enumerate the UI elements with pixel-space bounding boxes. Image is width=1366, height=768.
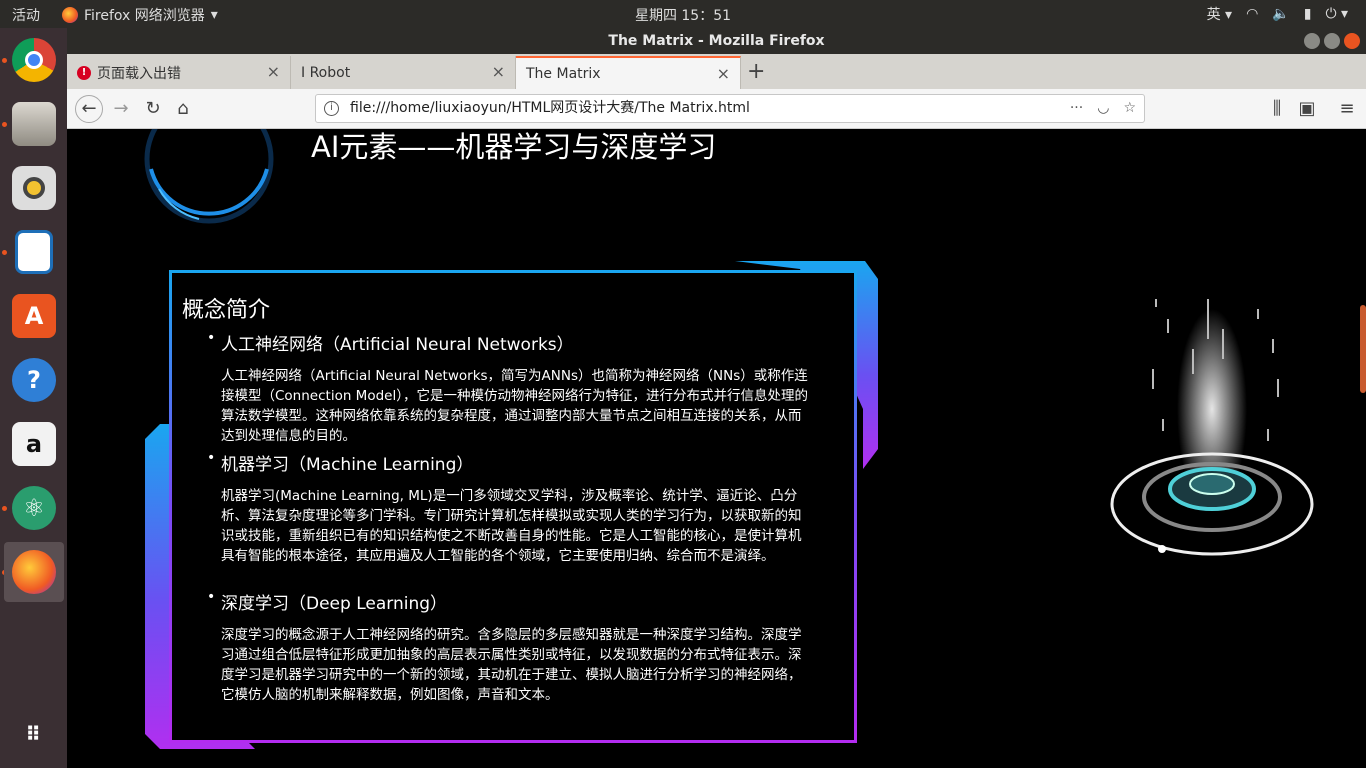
section-ann: 人工神经网络（Artificial Neural Networks） 人工神经网… — [207, 330, 821, 446]
scrollbar[interactable] — [1360, 305, 1366, 393]
chevron-down-icon: ▾ — [210, 7, 218, 23]
file-cabinet-icon — [12, 102, 56, 146]
sidebar-icon[interactable]: ▣ — [1295, 97, 1319, 121]
section-body: 深度学习的概念源于人工神经网络的研究。含多隐层的多层感知器就是一种深度学习结构。… — [221, 627, 802, 703]
back-button[interactable]: ← — [75, 95, 103, 123]
help-launcher[interactable]: ? — [4, 350, 64, 410]
card-title: 概念简介 — [182, 298, 271, 323]
help-icon: ? — [12, 358, 56, 402]
forward-button[interactable]: → — [109, 97, 133, 121]
url-bar[interactable]: i file:///home/liuxiaoyun/HTML网页设计大赛/The… — [315, 94, 1145, 123]
top-panel: 活动 Firefox 网络浏览器 ▾ 星期四 15：51 英 ▾ ◠ 🔈 ▮ ⏻ … — [0, 0, 1366, 28]
window-titlebar[interactable]: The Matrix - Mozilla Firefox — [67, 28, 1366, 54]
input-method[interactable]: 英 ▾ — [1207, 4, 1232, 24]
minimize-button[interactable] — [1304, 33, 1320, 49]
amazon-icon: a — [12, 422, 56, 466]
tech-portal-image — [1110, 289, 1314, 556]
tab-error[interactable]: ! 页面载入出错 × — [67, 56, 291, 89]
close-button[interactable] — [1344, 33, 1360, 49]
section-dl: 深度学习（Deep Learning） 深度学习的概念源于人工神经网络的研究。含… — [207, 589, 821, 705]
launcher: ≡ A ? a ⚛ ⠿ — [0, 28, 67, 768]
software-launcher[interactable]: A — [4, 286, 64, 346]
system-tray[interactable]: 英 ▾ ◠ 🔈 ▮ ⏻ ▾ — [1207, 4, 1348, 24]
close-tab-icon[interactable]: × — [492, 62, 505, 81]
tab-label: I Robot — [301, 64, 351, 81]
menu-icon[interactable]: ≡ — [1335, 97, 1359, 121]
power-icon[interactable]: ⏻ ▾ — [1325, 6, 1348, 22]
window-title: The Matrix - Mozilla Firefox — [608, 33, 825, 49]
rhythmbox-launcher[interactable] — [4, 158, 64, 218]
writer-launcher[interactable]: ≡ — [4, 222, 64, 282]
volume-icon[interactable]: 🔈 — [1272, 6, 1289, 22]
app-menu[interactable]: Firefox 网络浏览器 ▾ — [62, 5, 218, 25]
pocket-icon[interactable]: ◡ — [1097, 95, 1109, 122]
page-heading: AI元素——机器学习与深度学习 — [311, 130, 717, 164]
section-ml: 机器学习（Machine Learning） 机器学习(Machine Lear… — [207, 450, 821, 566]
app-name: Firefox 网络浏览器 — [84, 8, 205, 24]
firefox-icon — [62, 7, 78, 23]
page-viewport: AI元素——机器学习与深度学习 概念简介 人工神经网络（Artificial N… — [67, 129, 1366, 768]
new-tab-button[interactable]: + — [747, 59, 765, 84]
section-title: 深度学习（Deep Learning） — [207, 589, 821, 614]
reload-button[interactable]: ↻ — [141, 97, 165, 121]
document-icon: ≡ — [15, 230, 53, 274]
home-button[interactable]: ⌂ — [171, 97, 195, 121]
atom-launcher[interactable]: ⚛ — [4, 478, 64, 538]
close-tab-icon[interactable]: × — [267, 62, 280, 81]
url-text: file:///home/liuxiaoyun/HTML网页设计大赛/The M… — [350, 100, 750, 116]
chrome-icon — [12, 38, 56, 82]
info-icon[interactable]: i — [324, 101, 339, 116]
chrome-launcher[interactable] — [4, 30, 64, 90]
battery-icon[interactable]: ▮ — [1304, 6, 1312, 22]
ring-decoration — [144, 129, 274, 224]
tab-i-robot[interactable]: I Robot × — [291, 56, 516, 89]
wifi-icon[interactable]: ◠ — [1246, 6, 1258, 22]
section-body: 人工神经网络（Artificial Neural Networks，简写为ANN… — [221, 368, 808, 444]
firefox-launcher[interactable] — [4, 542, 64, 602]
tab-label: The Matrix — [526, 65, 601, 82]
error-icon: ! — [77, 65, 91, 80]
firefox-icon — [12, 550, 56, 594]
grid-icon: ⠿ — [25, 722, 43, 746]
tab-the-matrix[interactable]: The Matrix × — [516, 56, 741, 89]
close-tab-icon[interactable]: × — [717, 64, 730, 83]
nav-toolbar: ← → ↻ ⌂ i file:///home/liuxiaoyun/HTML网页… — [67, 89, 1366, 129]
bookmark-star-icon[interactable]: ☆ — [1123, 95, 1136, 122]
page-actions-icon[interactable]: ··· — [1070, 95, 1083, 122]
atom-icon: ⚛ — [12, 486, 56, 530]
files-launcher[interactable] — [4, 94, 64, 154]
show-apps-button[interactable]: ⠿ — [4, 704, 64, 764]
section-title: 人工神经网络（Artificial Neural Networks） — [207, 330, 821, 355]
tab-strip: ! 页面载入出错 × I Robot × The Matrix × + — [67, 54, 1366, 89]
activities-button[interactable]: 活动 — [12, 5, 40, 25]
section-title: 机器学习（Machine Learning） — [207, 450, 821, 475]
tab-label: 页面载入出错 — [97, 65, 181, 82]
amazon-launcher[interactable]: a — [4, 414, 64, 474]
section-body: 机器学习(Machine Learning, ML)是一门多领域交叉学科，涉及概… — [221, 488, 802, 564]
shopping-bag-icon: A — [12, 294, 56, 338]
maximize-button[interactable] — [1324, 33, 1340, 49]
speaker-icon — [12, 166, 56, 210]
library-icon[interactable]: ⫼ — [1265, 97, 1289, 121]
